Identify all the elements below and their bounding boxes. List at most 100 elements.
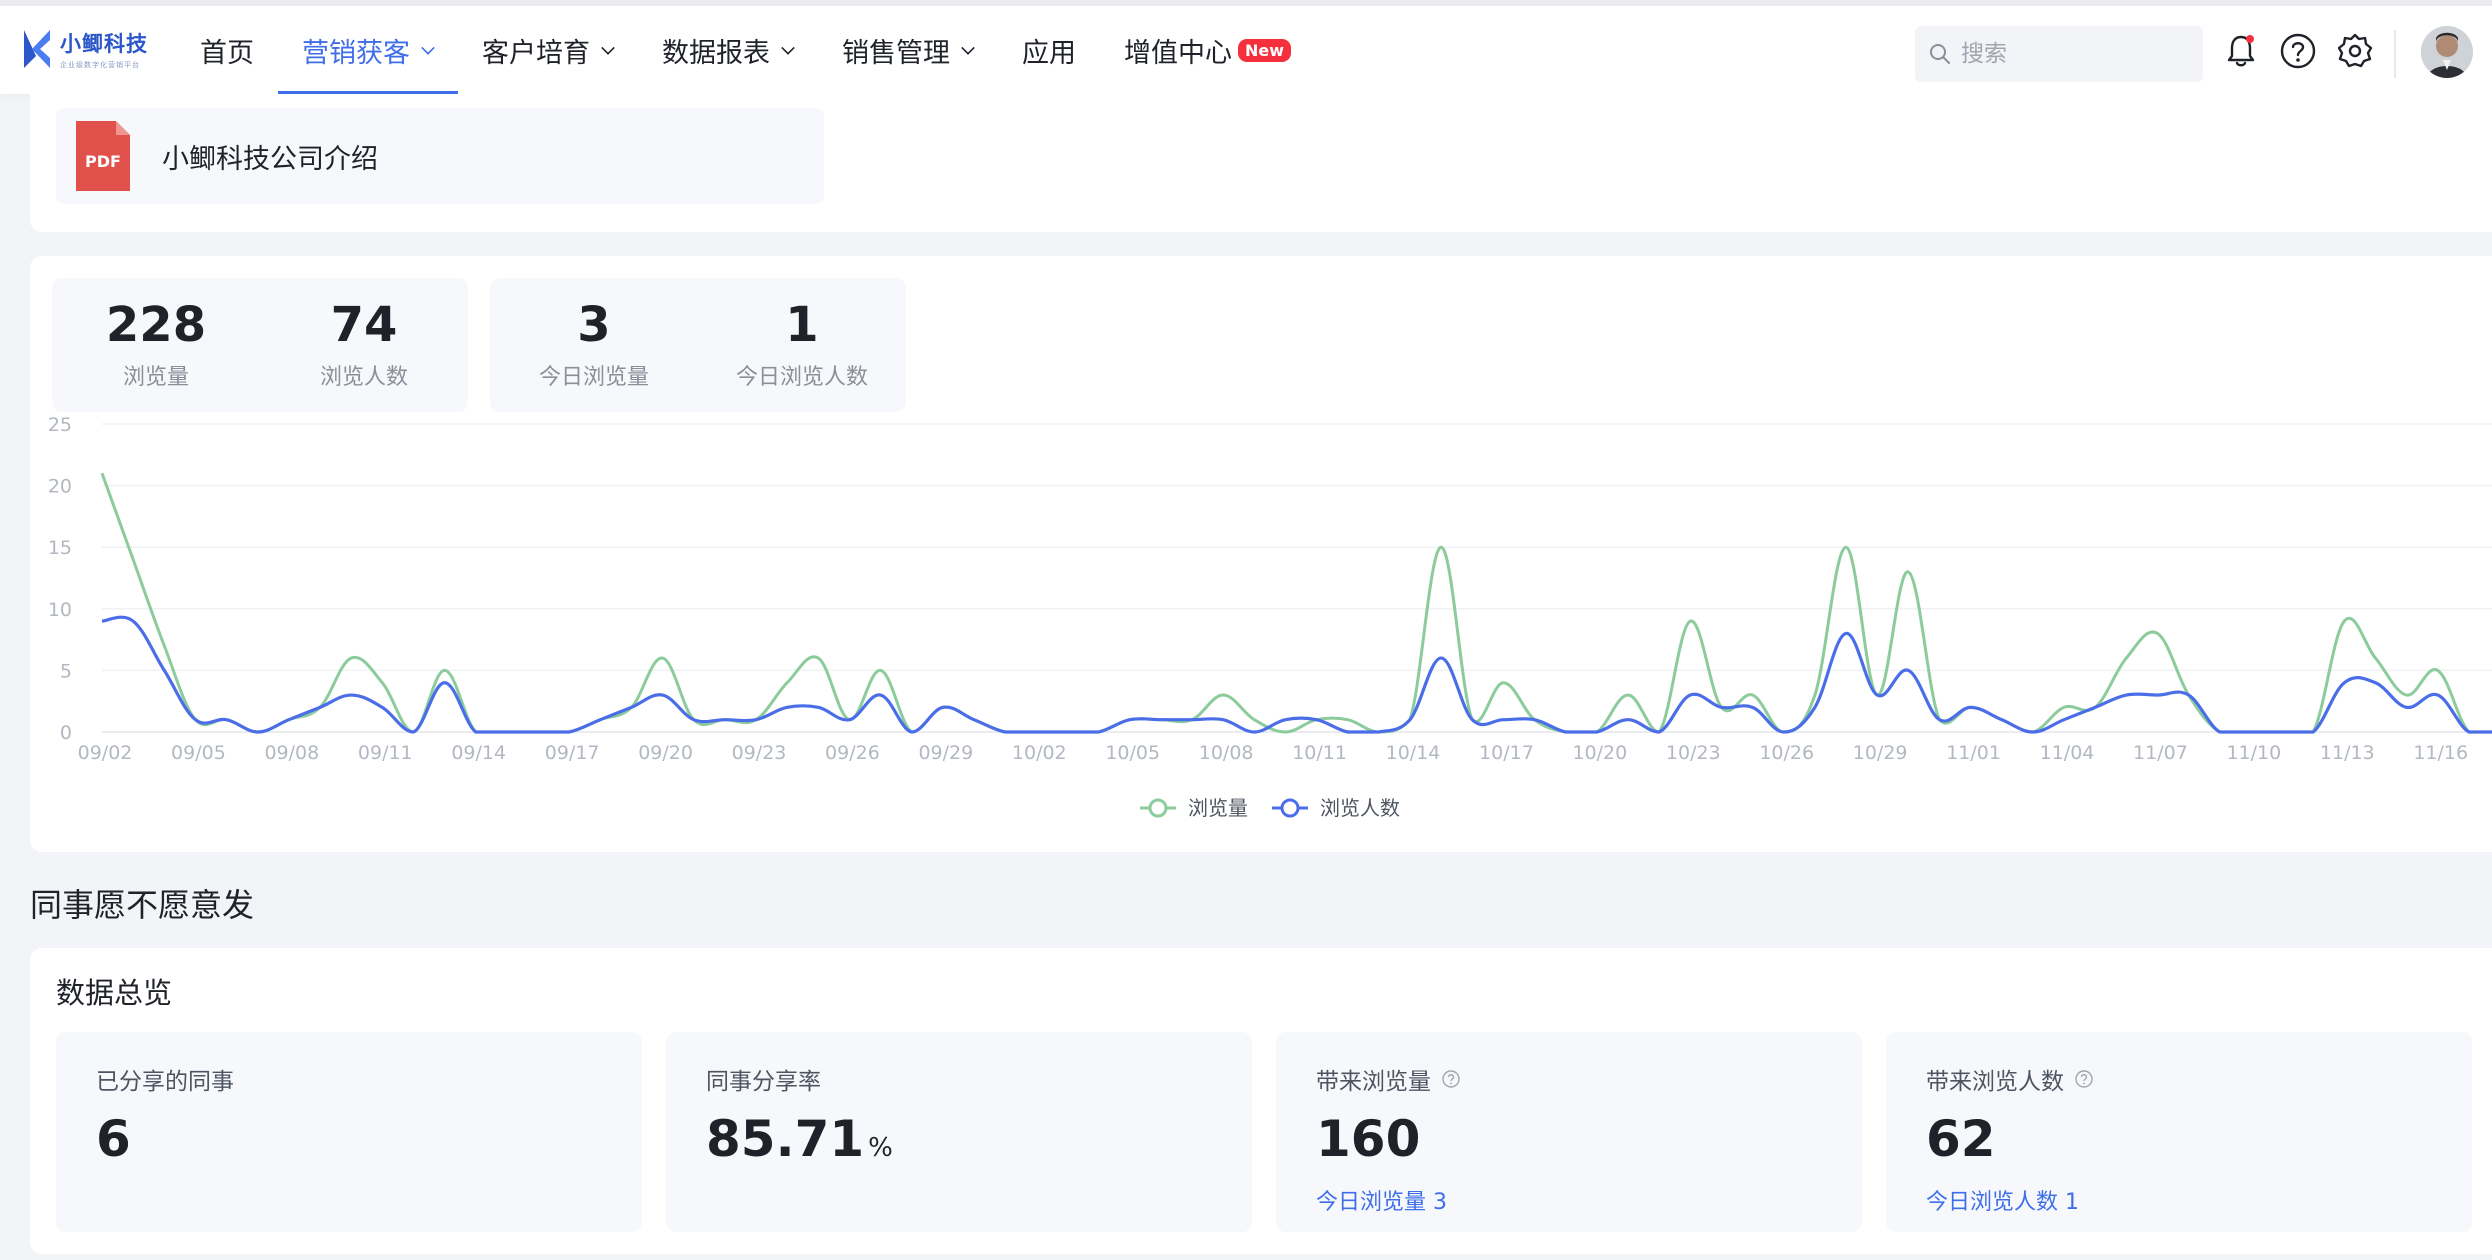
metric-shared-colleagues: 已分享的同事 6: [56, 1032, 642, 1232]
legend-marker: [1280, 798, 1300, 818]
toolbar-divider: [2394, 30, 2396, 78]
help-icon[interactable]: [2279, 32, 2317, 70]
question-circle-icon[interactable]: [2074, 1069, 2094, 1089]
chart-grid: [102, 423, 2492, 733]
x-tick-label: 09/11: [358, 742, 413, 764]
legend-marker: [1148, 798, 1168, 818]
x-tick-label: 11/04: [2040, 742, 2095, 764]
chevron-down-icon: [421, 41, 435, 55]
gear-icon[interactable]: [2336, 32, 2374, 70]
stat-label: 今日浏览量: [538, 365, 649, 391]
search-box[interactable]: [1915, 26, 2203, 82]
y-tick-label: 0: [60, 722, 72, 744]
x-tick-label: 10/29: [1853, 742, 1908, 764]
chevron-down-icon: [961, 41, 975, 55]
metric-unit: %: [868, 1133, 893, 1163]
metric-label: 同事分享率: [706, 1069, 821, 1095]
x-tick-label: 09/08: [264, 742, 319, 764]
main-nav: 首页 营销获客 客户培育 数据报表 销售管理 应用 增值中心 New: [176, 6, 1315, 94]
x-tick-label: 09/26: [825, 742, 880, 764]
new-badge: New: [1238, 38, 1292, 62]
views-line-chart: 0 5 10 15 20 25 09/02 09/05 09/08 09/11 09/14 09/1…: [48, 414, 2492, 820]
bell-icon[interactable]: [2222, 32, 2260, 70]
metric-today-visitors[interactable]: 今日浏览人数 1: [1926, 1184, 2079, 1216]
stat-label: 浏览量: [122, 365, 189, 391]
file-item[interactable]: PDF 小鲫科技公司介绍: [56, 108, 824, 204]
question-circle-icon[interactable]: [1441, 1069, 1461, 1089]
search-input[interactable]: [1961, 41, 2181, 67]
legend-label[interactable]: 浏览量: [1188, 796, 1248, 820]
x-tick-label: 09/29: [918, 742, 973, 764]
file-name: 小鲫科技公司介绍: [162, 143, 378, 175]
metric-brought-views: 带来浏览量 160 今日浏览量 3: [1276, 1032, 1862, 1232]
pdf-file-icon: PDF: [76, 121, 130, 191]
stat-value: 1: [785, 296, 819, 353]
section-title: 同事愿不愿意发: [30, 886, 255, 924]
stat-visitors: 74 浏览人数: [260, 278, 468, 412]
y-axis: 0 5 10 15 20 25: [48, 414, 72, 744]
metric-value: 62: [1926, 1110, 1996, 1168]
search-icon: [1930, 44, 1950, 64]
x-tick-label: 10/08: [1199, 742, 1254, 764]
user-avatar[interactable]: [2421, 26, 2473, 78]
metric-label: 带来浏览量: [1316, 1069, 1431, 1095]
stat-label: 今日浏览人数: [735, 365, 868, 391]
metric-value: 160: [1316, 1110, 1421, 1168]
nav-item-label: 首页: [200, 37, 254, 69]
x-tick-label: 10/23: [1666, 742, 1721, 764]
x-tick-label: 09/02: [78, 742, 133, 764]
x-tick-label: 10/20: [1572, 742, 1627, 764]
metric-share-rate: 同事分享率 85.71%: [666, 1032, 1252, 1232]
y-tick-label: 5: [60, 660, 72, 682]
stat-today-views: 3 今日浏览量: [490, 278, 698, 412]
x-tick-label: 09/20: [638, 742, 693, 764]
nav-item-label: 应用: [1022, 37, 1076, 69]
nav-item-home[interactable]: 首页: [176, 6, 278, 94]
stat-label: 浏览人数: [319, 365, 408, 391]
pdf-type-label: PDF: [85, 152, 121, 171]
nav-item-apps[interactable]: 应用: [998, 6, 1100, 94]
stat-today-visitors: 1 今日浏览人数: [698, 278, 906, 412]
stat-value: 3: [577, 296, 611, 353]
nav-item-sales[interactable]: 销售管理: [818, 6, 998, 94]
stats-today: 3 今日浏览量 1 今日浏览人数: [490, 278, 906, 412]
nav-item-customer-nurture[interactable]: 客户培育: [458, 6, 638, 94]
stat-value: 74: [330, 296, 398, 353]
top-navigation-bar: 小鲫科技 企业级数字化营销平台 首页 营销获客 客户培育 数据报表 销售管理 应…: [0, 0, 2492, 94]
chart-legend[interactable]: 浏览量 浏览人数: [1140, 796, 1400, 820]
chart-series: [100, 472, 2492, 734]
nav-item-label: 数据报表: [662, 37, 770, 69]
x-tick-label: 11/10: [2226, 742, 2281, 764]
series-line-visitors[interactable]: [101, 615, 2492, 734]
nav-item-value-added[interactable]: 增值中心 New: [1100, 6, 1315, 94]
metric-value: 6: [96, 1110, 131, 1168]
brand-logo-icon: [24, 30, 50, 68]
chevron-down-icon: [781, 41, 795, 55]
nav-item-label: 客户培育: [482, 37, 590, 69]
metric-label: 已分享的同事: [96, 1069, 234, 1095]
x-tick-label: 10/26: [1759, 742, 1814, 764]
x-tick-label: 10/11: [1292, 742, 1347, 764]
metric-brought-visitors: 带来浏览人数 62 今日浏览人数 1: [1886, 1032, 2472, 1232]
x-tick-label: 09/14: [451, 742, 506, 764]
legend-label[interactable]: 浏览人数: [1320, 796, 1400, 820]
y-tick-label: 15: [48, 537, 72, 559]
nav-item-label: 销售管理: [842, 37, 950, 69]
nav-item-reports[interactable]: 数据报表: [638, 6, 818, 94]
x-tick-label: 10/02: [1012, 742, 1067, 764]
avatar-icon: [2421, 26, 2473, 78]
x-tick-label: 09/05: [171, 742, 226, 764]
x-axis: 09/02 09/05 09/08 09/11 09/14 09/17 09/20 09/23…: [78, 742, 2468, 764]
metric-label: 带来浏览人数: [1926, 1069, 2064, 1095]
nav-item-label: 营销获客: [302, 37, 410, 69]
brand-logo[interactable]: 小鲫科技 企业级数字化营销平台: [22, 28, 148, 70]
stats-total: 228 浏览量 74 浏览人数: [52, 278, 468, 412]
x-tick-label: 10/14: [1386, 742, 1441, 764]
x-tick-label: 11/16: [2413, 742, 2468, 764]
metric-today-views[interactable]: 今日浏览量 3: [1316, 1184, 1447, 1216]
nav-item-marketing[interactable]: 营销获客: [278, 6, 458, 94]
y-tick-label: 10: [48, 599, 72, 621]
brand-tagline: 企业级数字化营销平台: [60, 61, 140, 69]
x-tick-label: 10/05: [1105, 742, 1160, 764]
overview-title: 数据总览: [56, 976, 173, 1010]
